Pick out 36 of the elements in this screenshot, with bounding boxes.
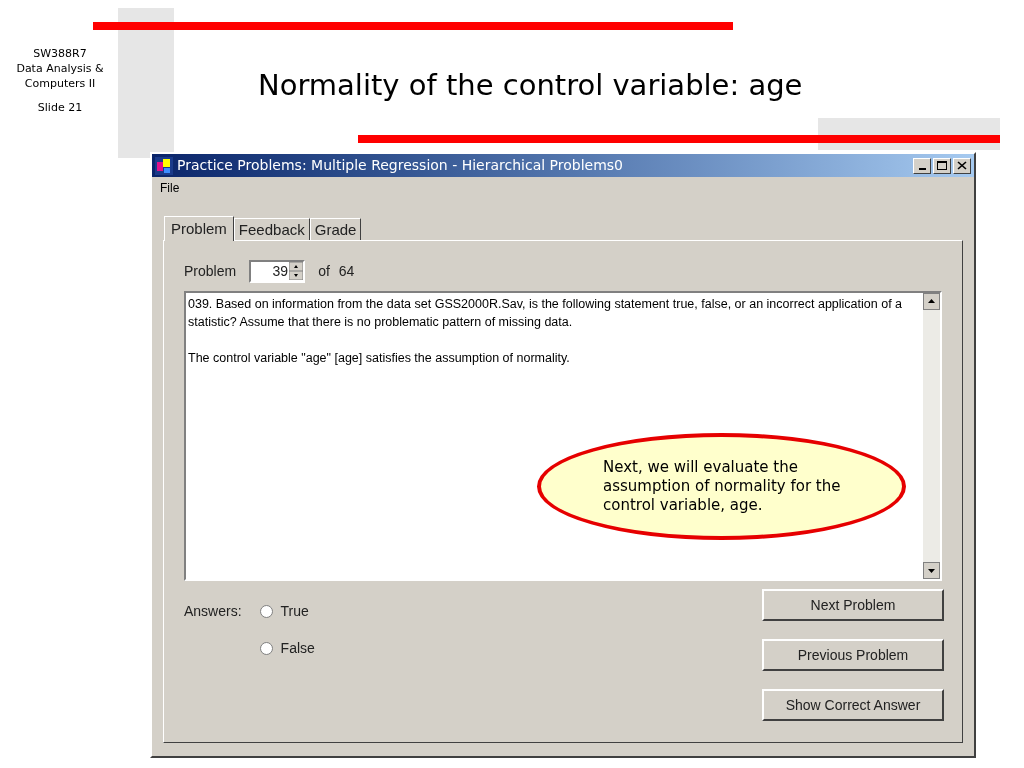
scroll-up-icon[interactable] bbox=[923, 293, 940, 310]
minimize-icon bbox=[918, 168, 926, 170]
problem-text: The control variable "age" [age] satisfies the assumption of normality. bbox=[188, 350, 571, 367]
problem-count: 64 bbox=[338, 261, 355, 281]
problem-text: 039. Based on information from the data set GSS2000R.Sav, is the following statement true, false, or an incorrect application of a statistic? Assume that there is no problematic pattern of missing data. bbox=[188, 296, 904, 331]
maximize-icon bbox=[937, 161, 947, 170]
answers-label: Answers: bbox=[184, 602, 242, 621]
problem-label: Problem bbox=[184, 261, 237, 281]
tab[interactable]: Grade bbox=[309, 218, 362, 240]
menu-item[interactable]: File bbox=[160, 179, 180, 197]
action-button[interactable]: Previous Problem bbox=[762, 639, 944, 671]
slide-title: Normality of the control variable: age bbox=[258, 67, 803, 104]
action-button[interactable]: Next Problem bbox=[762, 589, 944, 621]
maximize-button[interactable] bbox=[933, 157, 951, 174]
problem-spinner[interactable]: 39 bbox=[249, 259, 306, 283]
course-name: Computers II bbox=[24, 76, 96, 91]
tab[interactable]: Feedback bbox=[233, 218, 310, 240]
course-code: SW388R7 bbox=[33, 46, 87, 61]
scroll-down-icon[interactable] bbox=[923, 562, 940, 579]
callout-text: Next, we will evaluate the assumption of normality for the control variable, age. bbox=[603, 458, 842, 515]
minimize-button[interactable] bbox=[913, 157, 931, 174]
course-name: Data Analysis & bbox=[16, 61, 104, 76]
spinner-arrows-icon bbox=[289, 262, 304, 280]
close-button[interactable] bbox=[953, 157, 971, 174]
scrollbar[interactable] bbox=[923, 293, 940, 579]
radio-button[interactable] bbox=[259, 642, 273, 655]
of-label: of bbox=[318, 261, 330, 281]
close-icon bbox=[957, 161, 967, 170]
radio-option[interactable]: False bbox=[259, 638, 315, 659]
app-icon bbox=[155, 156, 173, 175]
window-title: Practice Problems: Multiple Regression - Hierarchical Problems0 bbox=[177, 156, 624, 175]
slide-number: Slide 21 bbox=[37, 100, 83, 115]
radio-option[interactable]: True bbox=[259, 601, 315, 622]
tab[interactable]: Problem bbox=[164, 216, 234, 241]
radio-button[interactable] bbox=[259, 605, 273, 618]
action-button[interactable]: Show Correct Answer bbox=[762, 689, 944, 721]
